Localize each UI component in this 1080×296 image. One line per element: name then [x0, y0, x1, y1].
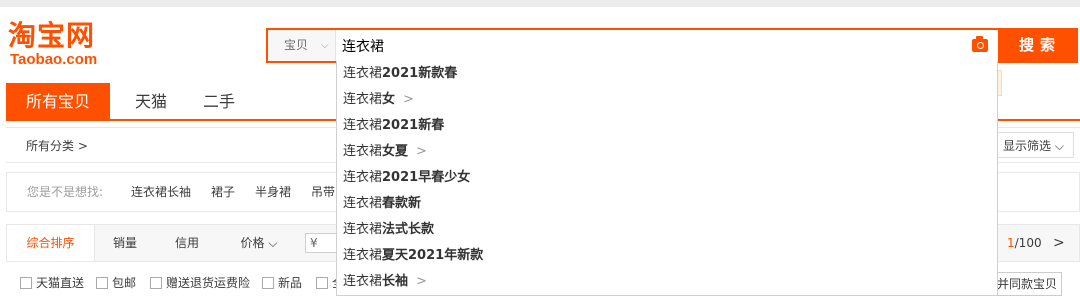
- sort-sales[interactable]: 销量: [97, 225, 153, 261]
- search-button[interactable]: 搜索: [998, 28, 1078, 63]
- suggestion-suffix: 春款新: [382, 196, 422, 211]
- logo-english: Taobao.com: [10, 51, 98, 68]
- tab-tmall[interactable]: 天猫: [116, 83, 186, 121]
- suggest-label: 您是不是想找:: [27, 185, 104, 199]
- search-type-select[interactable]: 宝贝 ⌵: [268, 30, 336, 61]
- pager-total: /100: [1014, 236, 1042, 250]
- chevron-right-icon: >: [403, 92, 414, 107]
- chevron-right-icon: >: [416, 144, 427, 159]
- sort-credit[interactable]: 信用: [159, 225, 215, 261]
- suggestion-suffix: 2021新春: [382, 118, 445, 133]
- suggestion-item[interactable]: 连衣裙女夏 >: [337, 139, 997, 165]
- chevron-right-icon: >: [416, 274, 427, 289]
- checkbox-icon: [96, 277, 108, 289]
- merge-same-items-button[interactable]: 并同款宝贝: [992, 272, 1062, 296]
- tab-second-hand[interactable]: 二手: [186, 83, 252, 121]
- logo-chinese: 淘宝网: [8, 19, 96, 52]
- suggest-link[interactable]: 吊带: [311, 173, 335, 211]
- suggestion-item[interactable]: 连衣裙2021新春: [337, 113, 997, 139]
- suggestion-suffix: 2021早春少女: [382, 170, 471, 185]
- price-min-input[interactable]: ¥: [305, 233, 339, 253]
- suggestion-item[interactable]: 连衣裙女 >: [337, 87, 997, 113]
- search-suggestion-dropdown: 连衣裙2021新款春 连衣裙女 > 连衣裙2021新春 连衣裙女夏 > 连衣裙202…: [336, 61, 998, 296]
- top-bar: [0, 0, 1080, 7]
- suggest-link[interactable]: 半身裙: [255, 173, 291, 211]
- suggestion-suffix: 长袖: [382, 274, 409, 289]
- suggest-link[interactable]: 裙子: [211, 173, 235, 211]
- suggestion-prefix: 连衣裙: [343, 92, 383, 107]
- pager: 1/100: [1007, 225, 1042, 261]
- check-free-shipping[interactable]: 包邮: [96, 276, 136, 290]
- suggest-link[interactable]: 连衣裙长袖: [131, 173, 191, 211]
- suggestion-prefix: 连衣裙: [343, 248, 383, 263]
- checkbox-icon: [150, 277, 162, 289]
- check-label: 赠送退货运费险: [166, 276, 251, 290]
- checkbox-icon: [20, 277, 32, 289]
- check-tmall-direct[interactable]: 天猫直送: [20, 276, 84, 290]
- search-input[interactable]: [342, 30, 902, 61]
- all-categories-link[interactable]: 所有分类 >: [26, 128, 88, 164]
- sort-default[interactable]: 综合排序: [7, 225, 95, 261]
- suggestion-suffix: 女夏: [382, 144, 409, 159]
- taobao-logo[interactable]: 淘宝网 Taobao.com: [6, 20, 116, 70]
- suggestion-prefix: 连衣裙: [343, 66, 383, 81]
- search-type-label: 宝贝: [284, 38, 309, 52]
- suggestion-suffix: 夏天2021年新款: [382, 248, 484, 263]
- tab-all-items[interactable]: 所有宝贝: [6, 83, 110, 121]
- suggestion-suffix: 女: [382, 92, 396, 107]
- suggestion-item[interactable]: 连衣裙法式长款: [337, 217, 997, 243]
- check-label: 新品: [278, 276, 303, 290]
- suggestion-item[interactable]: 连衣裙春款新: [337, 191, 997, 217]
- check-label: 包邮: [112, 276, 137, 290]
- suggestion-prefix: 连衣裙: [343, 170, 383, 185]
- search-box: 宝贝 ⌵: [266, 28, 998, 63]
- suggestion-item[interactable]: 连衣裙长袖 >: [337, 269, 997, 295]
- check-return-insurance[interactable]: 赠送退货运费险: [150, 276, 250, 290]
- suggestion-prefix: 连衣裙: [343, 222, 383, 237]
- suggestion-prefix: 连衣裙: [343, 274, 383, 289]
- next-page-icon[interactable]: >: [1053, 225, 1065, 261]
- suggestion-suffix: 法式长款: [382, 222, 435, 237]
- show-filter-button[interactable]: 显示筛选 ⌵: [994, 132, 1074, 158]
- suggestion-suffix: 2021新款春: [382, 66, 458, 81]
- suggestion-item[interactable]: 连衣裙2021早春少女: [337, 165, 997, 191]
- suggestion-prefix: 连衣裙: [343, 144, 383, 159]
- suggestion-prefix: 连衣裙: [343, 196, 383, 211]
- check-label: 天猫直送: [36, 276, 85, 290]
- pager-current: 1: [1007, 236, 1015, 250]
- chevron-down-icon: ⌵: [321, 40, 329, 51]
- camera-icon[interactable]: [972, 36, 988, 52]
- checkbox-icon: [316, 277, 328, 289]
- suggestion-item[interactable]: 连衣裙夏天2021年新款: [337, 243, 997, 269]
- checkbox-icon: [262, 277, 274, 289]
- check-new[interactable]: 新品: [262, 276, 302, 290]
- sort-price[interactable]: 价格 ⌵: [229, 225, 289, 261]
- suggestion-prefix: 连衣裙: [343, 118, 383, 133]
- suggestion-item[interactable]: 连衣裙2021新款春: [337, 61, 997, 87]
